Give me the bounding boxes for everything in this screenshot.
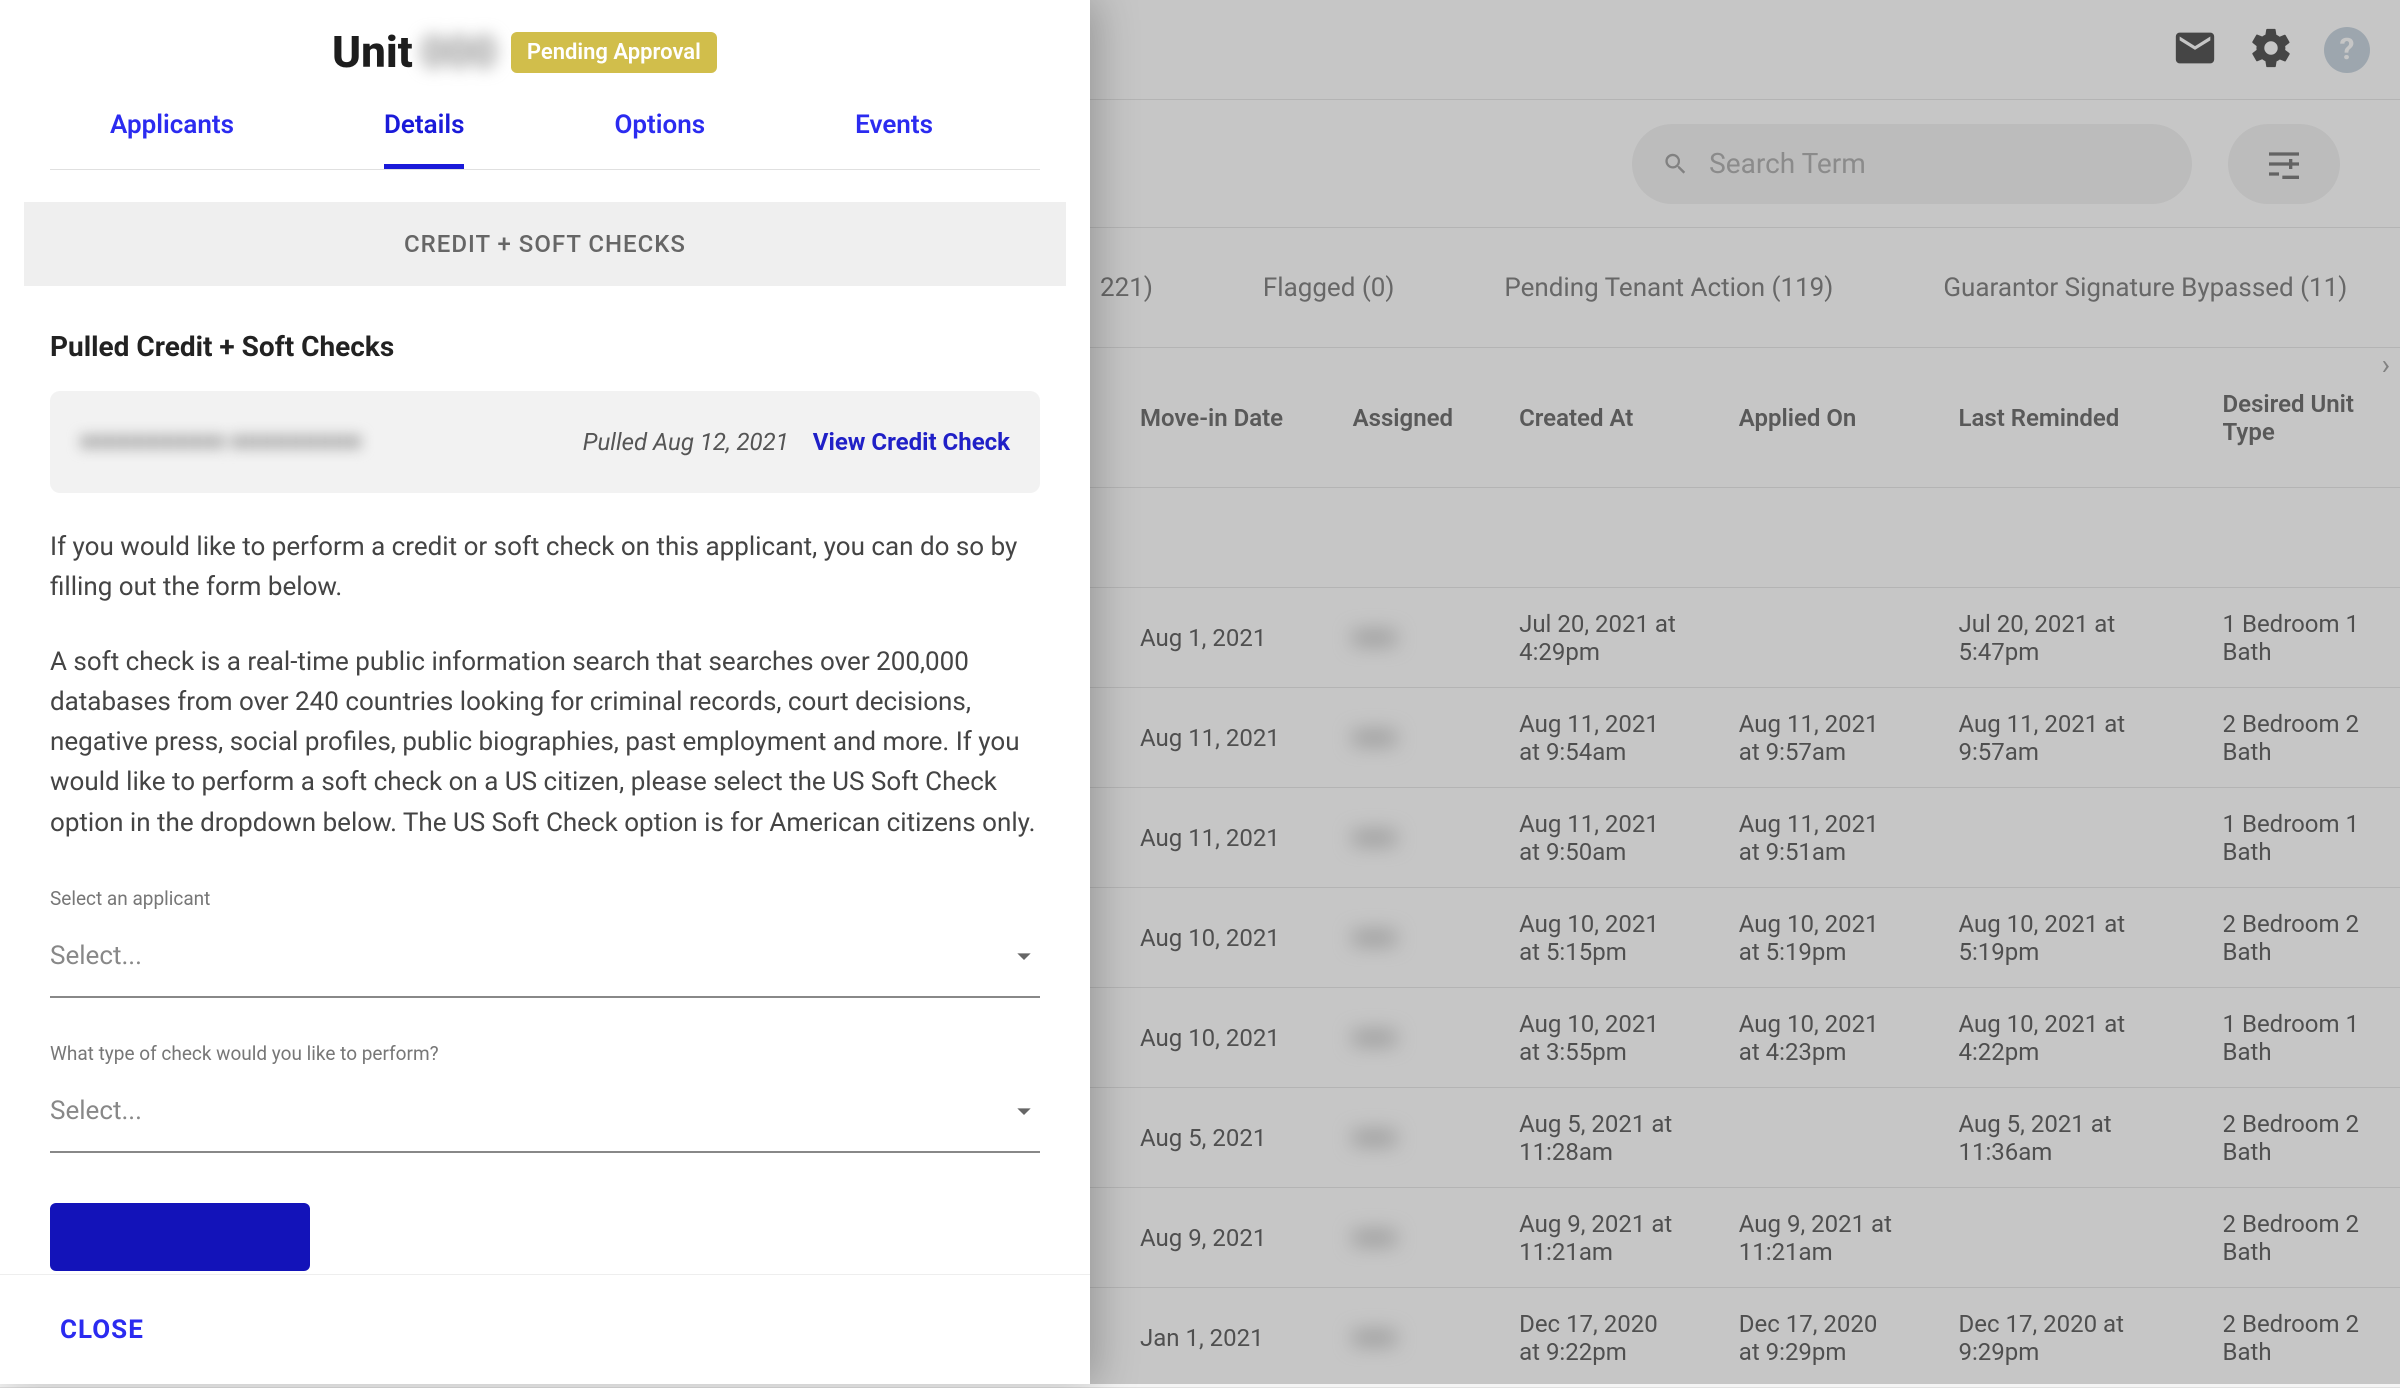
credit-check-name: ■■■■■■■■■■ ■■■■■■■■■ [80,427,559,457]
tab-details[interactable]: Details [384,110,465,169]
chevron-down-icon [1008,1095,1040,1127]
pulled-heading: Pulled Credit + Soft Checks [50,330,1040,363]
applicant-select-placeholder: Select... [50,941,142,971]
panel-header: Unit 000 Pending Approval Applicants Det… [0,0,1090,170]
close-button[interactable]: CLOSE [60,1315,144,1345]
intro-paragraph: If you would like to perform a credit or… [50,527,1040,608]
check-type-label: What type of check would you like to per… [50,1042,1040,1065]
panel-body[interactable]: CREDIT + SOFT CHECKS Pulled Credit + Sof… [0,170,1090,1274]
modal-backdrop[interactable] [1090,0,2400,1384]
select-applicant-label: Select an applicant [50,887,1040,910]
tab-events[interactable]: Events [855,110,933,169]
status-badge: Pending Approval [511,32,717,73]
submit-button[interactable] [50,1203,310,1271]
chevron-down-icon [1008,940,1040,972]
tab-applicants[interactable]: Applicants [110,110,234,169]
unit-number: 000 [421,26,497,78]
details-panel: Unit 000 Pending Approval Applicants Det… [0,0,1090,1384]
section-header: CREDIT + SOFT CHECKS [24,202,1066,286]
applicant-select[interactable]: Select... [50,916,1040,998]
credit-check-date: Pulled Aug 12, 2021 [583,428,789,456]
panel-footer: CLOSE [0,1274,1090,1384]
check-type-select-placeholder: Select... [50,1096,142,1126]
tab-bar: Applicants Details Options Events [50,78,1040,170]
credit-check-card: ■■■■■■■■■■ ■■■■■■■■■ Pulled Aug 12, 2021… [50,391,1040,493]
view-credit-check-link[interactable]: View Credit Check [813,428,1010,456]
unit-label: Unit [332,26,413,78]
page-title: Unit 000 [332,26,497,78]
check-type-select[interactable]: Select... [50,1071,1040,1153]
tab-options[interactable]: Options [614,110,705,169]
description-paragraph: A soft check is a real-time public infor… [50,642,1040,843]
